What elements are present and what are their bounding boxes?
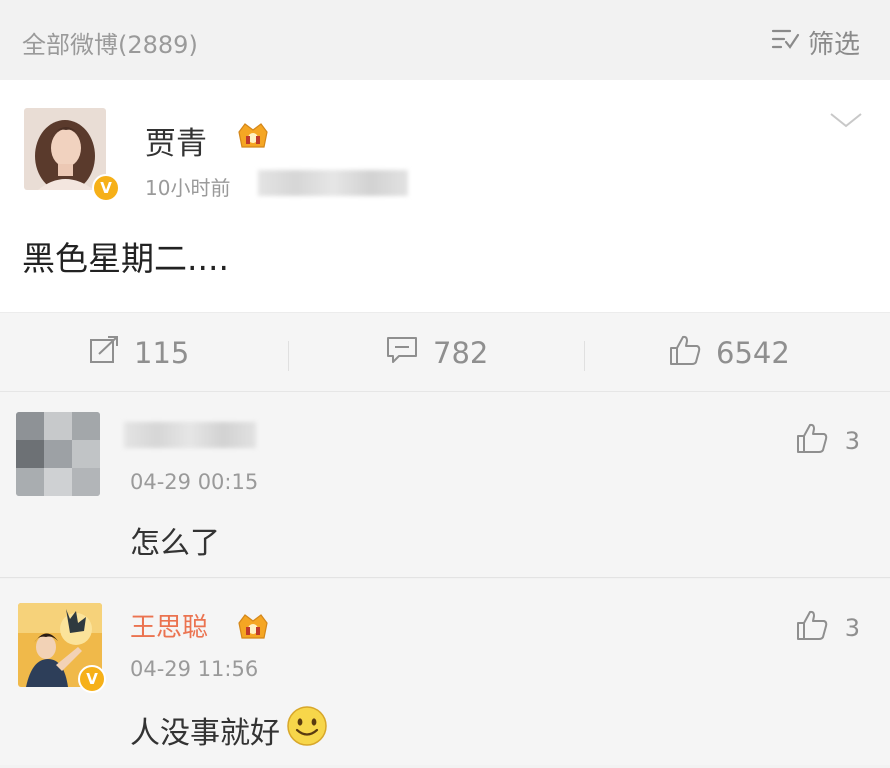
thumbs-up-icon (668, 334, 702, 373)
filter-label: 筛选 (807, 30, 860, 60)
weibo-list-header: 全部微博(2889) 筛选 (0, 0, 890, 80)
comment-item: 04-29 00:15 怎么了 3 (0, 392, 890, 578)
comment-count: 782 (433, 336, 489, 370)
author-avatar[interactable] (24, 108, 106, 190)
comment-text: 人没事就好 (130, 705, 328, 755)
filter-icon (770, 26, 800, 59)
commenter-name[interactable]: 王思聪 (130, 607, 208, 644)
filter-button[interactable]: 筛选 (770, 24, 860, 61)
repost-button[interactable]: 115 (88, 313, 189, 393)
post-source-blurred (258, 170, 408, 196)
vip-crown-icon (236, 611, 270, 641)
comment-like-button[interactable]: 3 (795, 609, 860, 647)
weibo-post: V 贾青 10小时前 黑色星期二.... (0, 80, 890, 312)
post-author-name[interactable]: 贾青 (145, 118, 207, 163)
comment-icon (385, 335, 419, 372)
like-button[interactable]: 6542 (668, 313, 790, 393)
comment-time: 04-29 00:15 (130, 470, 259, 494)
commenter-avatar-blurred[interactable] (16, 412, 100, 496)
action-divider (584, 341, 585, 371)
like-count: 6542 (716, 336, 790, 370)
comment-text: 怎么了 (130, 526, 220, 561)
comment-like-count: 3 (844, 427, 860, 455)
post-time: 10小时前 (145, 176, 231, 200)
vip-crown-icon (236, 120, 270, 150)
verified-icon: V (78, 665, 106, 693)
commenter-name-blurred[interactable] (124, 422, 256, 448)
smiley-icon (286, 705, 328, 755)
comment-button[interactable]: 782 (385, 313, 488, 393)
verified-icon: V (92, 174, 120, 202)
post-content: 黑色星期二.... (22, 239, 229, 278)
comment-time: 04-29 11:56 (130, 657, 259, 681)
chevron-down-icon[interactable] (828, 110, 864, 134)
comment-like-button[interactable]: 3 (795, 422, 860, 460)
action-divider (288, 341, 289, 371)
comment-like-count: 3 (844, 614, 860, 642)
repost-icon (88, 335, 120, 372)
repost-count: 115 (134, 336, 190, 370)
thumbs-up-icon (795, 609, 829, 647)
comment-item: V 王思聪 04-29 11:56 人没事就好 3 (0, 579, 890, 765)
post-action-bar: 115 782 6542 (0, 312, 890, 392)
weibo-count-label: 全部微博(2889) (22, 31, 198, 59)
thumbs-up-icon (795, 422, 829, 460)
